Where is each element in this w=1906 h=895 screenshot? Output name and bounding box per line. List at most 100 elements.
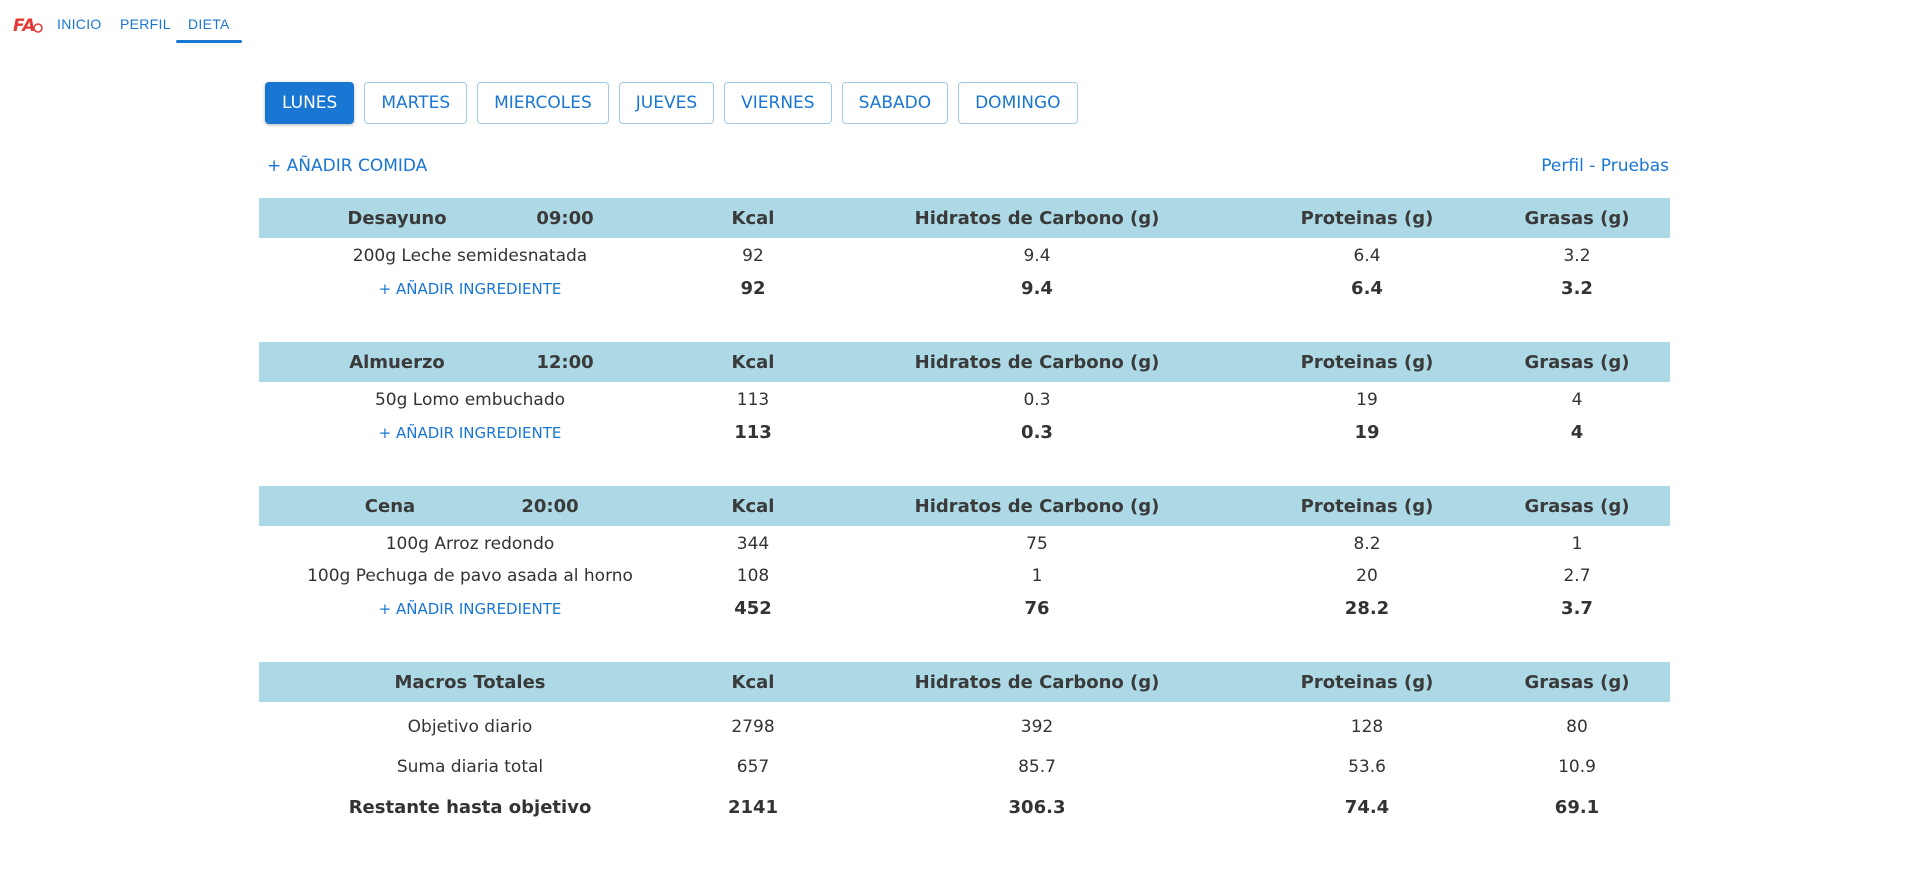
macros-totales: Macros Totales Kcal Hidratos de Carbono … bbox=[259, 662, 1670, 831]
totals-prot: 53.6 bbox=[1348, 757, 1386, 777]
totals-header: Macros Totales Kcal Hidratos de Carbono … bbox=[259, 662, 1670, 702]
ingredient-prot: 20 bbox=[1356, 566, 1378, 586]
totals-row-restante: Restante hasta objetivo 2141 306.3 74.4 … bbox=[259, 791, 1670, 831]
col-prot: Proteinas (g) bbox=[1300, 496, 1434, 517]
ingredient-name: 50g Lomo embuchado bbox=[374, 390, 566, 410]
ingredient-row[interactable]: 50g Lomo embuchado 113 0.3 19 4 bbox=[259, 384, 1670, 416]
col-prot: Proteinas (g) bbox=[1300, 208, 1434, 229]
ingredient-prot: 6.4 bbox=[1353, 246, 1381, 266]
total-gras: 4 bbox=[1570, 422, 1584, 443]
meal-time: 09:00 bbox=[536, 208, 594, 229]
totals-row-suma: Suma diaria total 657 85.7 53.6 10.9 bbox=[259, 751, 1670, 791]
tab-miercoles[interactable]: MIERCOLES bbox=[477, 82, 609, 124]
total-prot: 28.2 bbox=[1344, 598, 1390, 619]
add-ingredient-button[interactable]: + AÑADIR INGREDIENTE bbox=[379, 424, 562, 442]
ingredient-gras: 4 bbox=[1571, 390, 1583, 410]
ingredient-kcal: 92 bbox=[742, 246, 764, 266]
totals-kcal: 2798 bbox=[731, 717, 775, 737]
ingredient-hc: 9.4 bbox=[1023, 246, 1051, 266]
tab-jueves[interactable]: JUEVES bbox=[618, 82, 715, 124]
meal-cena: Cena 20:00 Kcal Hidratos de Carbono (g) … bbox=[259, 486, 1670, 634]
nav-perfil[interactable]: PERFIL bbox=[120, 16, 171, 32]
ingredient-row[interactable]: 100g Arroz redondo 344 75 8.2 1 bbox=[259, 528, 1670, 560]
day-tabs: LUNES MARTES MIERCOLES JUEVES VIERNES SA… bbox=[265, 82, 1078, 124]
meal-header: Desayuno 09:00 Kcal Hidratos de Carbono … bbox=[259, 198, 1670, 238]
add-meal-button[interactable]: + AÑADIR COMIDA bbox=[267, 156, 427, 176]
ingredient-kcal: 344 bbox=[736, 534, 770, 554]
nav-inicio[interactable]: INICIO bbox=[57, 16, 102, 32]
app-logo-icon[interactable]: FA bbox=[13, 13, 43, 37]
total-prot: 6.4 bbox=[1351, 278, 1383, 299]
ingredient-hc: 75 bbox=[1026, 534, 1048, 554]
col-kcal: Kcal bbox=[731, 352, 775, 373]
total-hc: 76 bbox=[1024, 598, 1050, 619]
total-prot: 19 bbox=[1354, 422, 1380, 443]
ingredient-row[interactable]: 100g Pechuga de pavo asada al horno 108 … bbox=[259, 560, 1670, 592]
nav-dieta[interactable]: DIETA bbox=[176, 16, 242, 43]
ingredient-kcal: 108 bbox=[736, 566, 770, 586]
col-hc: Hidratos de Carbono (g) bbox=[914, 352, 1160, 373]
totals-label: Objetivo diario bbox=[407, 717, 533, 737]
tab-martes[interactable]: MARTES bbox=[364, 82, 468, 124]
add-ingredient-button[interactable]: + AÑADIR INGREDIENTE bbox=[379, 600, 562, 618]
top-nav: FA INICIO PERFIL DIETA bbox=[0, 0, 1906, 48]
tab-lunes[interactable]: LUNES bbox=[265, 82, 355, 124]
meal-name: Cena bbox=[364, 496, 416, 517]
totals-prot: 128 bbox=[1350, 717, 1384, 737]
totals-hc: 85.7 bbox=[1018, 757, 1056, 777]
meal-name: Almuerzo bbox=[349, 352, 445, 373]
ingredient-name: 200g Leche semidesnatada bbox=[352, 246, 588, 266]
total-kcal: 92 bbox=[740, 278, 766, 299]
col-hc: Hidratos de Carbono (g) bbox=[914, 496, 1160, 517]
ingredient-hc: 0.3 bbox=[1023, 390, 1051, 410]
col-gras: Grasas (g) bbox=[1524, 208, 1630, 229]
col-gras: Grasas (g) bbox=[1524, 672, 1630, 693]
totals-gras: 80 bbox=[1566, 717, 1588, 737]
col-kcal: Kcal bbox=[731, 208, 775, 229]
svg-text:FA: FA bbox=[13, 16, 36, 36]
meal-time: 12:00 bbox=[536, 352, 594, 373]
col-prot: Proteinas (g) bbox=[1300, 672, 1434, 693]
col-kcal: Kcal bbox=[731, 496, 775, 517]
ingredient-name: 100g Arroz redondo bbox=[385, 534, 555, 554]
totals-hc: 392 bbox=[1020, 717, 1054, 737]
totals-title: Macros Totales bbox=[394, 672, 546, 693]
profile-link[interactable]: Perfil - Pruebas bbox=[1541, 156, 1669, 176]
ingredient-name: 100g Pechuga de pavo asada al horno bbox=[307, 566, 633, 586]
totals-kcal: 657 bbox=[736, 757, 770, 777]
col-hc: Hidratos de Carbono (g) bbox=[914, 672, 1160, 693]
col-hc: Hidratos de Carbono (g) bbox=[914, 208, 1160, 229]
ingredient-gras: 2.7 bbox=[1563, 566, 1591, 586]
totals-prot: 74.4 bbox=[1344, 797, 1390, 818]
col-prot: Proteinas (g) bbox=[1300, 352, 1434, 373]
ingredient-hc: 1 bbox=[1031, 566, 1043, 586]
ingredient-gras: 3.2 bbox=[1563, 246, 1591, 266]
tab-sabado[interactable]: SABADO bbox=[841, 82, 949, 124]
add-ingredient-button[interactable]: + AÑADIR INGREDIENTE bbox=[379, 280, 562, 298]
meal-header: Almuerzo 12:00 Kcal Hidratos de Carbono … bbox=[259, 342, 1670, 382]
ingredient-prot: 19 bbox=[1356, 390, 1378, 410]
meal-header: Cena 20:00 Kcal Hidratos de Carbono (g) … bbox=[259, 486, 1670, 526]
col-gras: Grasas (g) bbox=[1524, 496, 1630, 517]
tab-domingo[interactable]: DOMINGO bbox=[958, 82, 1078, 124]
ingredient-kcal: 113 bbox=[736, 390, 770, 410]
meal-almuerzo: Almuerzo 12:00 Kcal Hidratos de Carbono … bbox=[259, 342, 1670, 458]
total-kcal: 452 bbox=[734, 598, 772, 619]
meal-total-row: + AÑADIR INGREDIENTE 113 0.3 19 4 bbox=[259, 416, 1670, 458]
meal-total-row: + AÑADIR INGREDIENTE 92 9.4 6.4 3.2 bbox=[259, 272, 1670, 314]
ingredient-gras: 1 bbox=[1571, 534, 1583, 554]
col-gras: Grasas (g) bbox=[1524, 352, 1630, 373]
totals-label: Suma diaria total bbox=[396, 757, 544, 777]
ingredient-row[interactable]: 200g Leche semidesnatada 92 9.4 6.4 3.2 bbox=[259, 240, 1670, 272]
totals-label: Restante hasta objetivo bbox=[348, 797, 592, 818]
totals-gras: 10.9 bbox=[1558, 757, 1596, 777]
total-hc: 9.4 bbox=[1021, 278, 1053, 299]
meal-desayuno: Desayuno 09:00 Kcal Hidratos de Carbono … bbox=[259, 198, 1670, 314]
total-gras: 3.7 bbox=[1561, 598, 1593, 619]
meal-name: Desayuno bbox=[347, 208, 447, 229]
tab-viernes[interactable]: VIERNES bbox=[724, 82, 832, 124]
totals-kcal: 2141 bbox=[727, 797, 779, 818]
ingredient-prot: 8.2 bbox=[1353, 534, 1381, 554]
col-kcal: Kcal bbox=[731, 672, 775, 693]
meal-time: 20:00 bbox=[521, 496, 579, 517]
